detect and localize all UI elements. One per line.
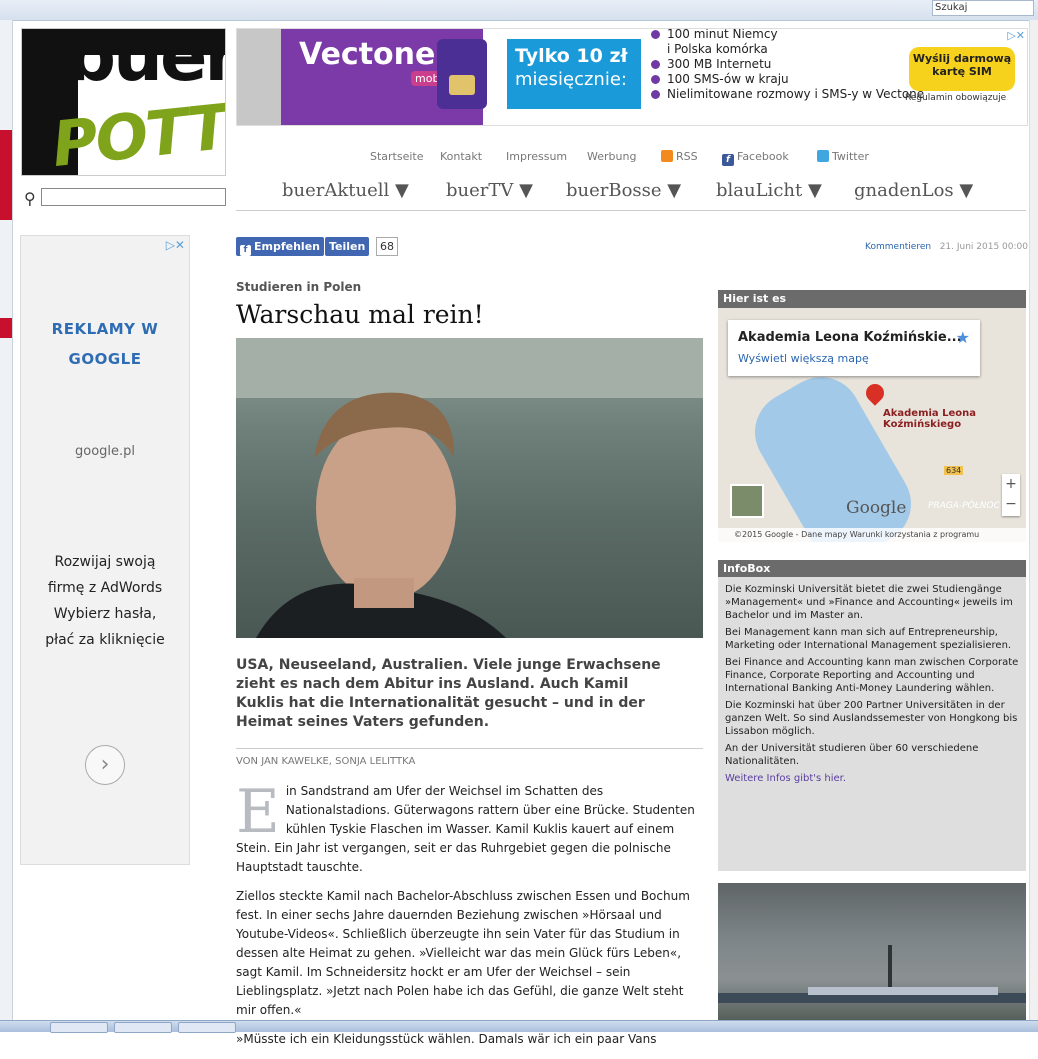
article-headline: Warschau mal rein! [236,300,484,329]
main-nav-blaulicht[interactable]: blauLicht ▼ [716,180,822,201]
rss-icon [661,150,673,162]
embedded-map[interactable]: Akademia Leona Koźmińskie... Wyświetl wi… [718,308,1026,542]
twitter-icon [817,150,829,162]
logo-text-top: buer [66,28,226,97]
zoom-in-icon[interactable]: + [1002,474,1020,494]
infobox-paragraph: Bei Finance and Accounting kann man zwis… [725,657,1019,694]
main-nav: buerAktuell ▼ buerTV ▼ buerBosse ▼ blauL… [236,178,1026,211]
article-paragraph: »Müsste ich ein Kleidungsstück wählen. D… [236,1032,657,1046]
ad-bullet-list: 100 minut Niemcy i Polska komórka 300 MB… [649,29,924,102]
infobox-heading: InfoBox [718,560,1026,578]
site-search-input[interactable] [41,188,226,206]
article-body: Ein Sandstrand am Ufer der Weichsel im S… [236,782,703,1059]
os-taskbar [0,1020,1038,1033]
taskbar-button[interactable] [114,1022,172,1033]
ad-copy-line: płać za kliknięcie [45,632,165,648]
infobox-paragraph: An der Universität studieren über 60 ver… [725,743,979,767]
map-pin-icon[interactable] [862,380,888,406]
facebook-icon: f [722,154,734,166]
facebook-share-button[interactable]: Teilen [325,237,370,256]
ad-arrow-button[interactable]: › [85,745,125,785]
map-pin-label: Akademia Leona Koźmińskiego [883,408,977,430]
nav-link-rss[interactable]: RSS [661,150,698,163]
sidebar-google-ad[interactable]: ▷✕ REKLAMY W GOOGLE google.pl Rozwijaj s… [20,235,190,865]
nav-link-facebook[interactable]: f Facebook [722,150,789,166]
map-heading: Hier ist es [718,290,1026,308]
infobox-paragraph: Bei Management kann man sich auf Entrepr… [725,627,1012,651]
infobox-paragraph: Die Kozminski Universität bietet die zwe… [725,584,1013,621]
article-photo [236,338,703,638]
zoom-out-icon[interactable]: − [1002,494,1020,514]
site-logo[interactable]: buer POTT [21,28,226,176]
main-nav-buer-aktuell[interactable]: buerAktuell ▼ [282,180,409,201]
ad-price-box: Tylko 10 zł miesięcznie: [507,39,641,109]
map-footer: ©2015 Google - Dane mapy Warunki korzyst… [718,528,1026,542]
ad-note: Regulamin obowiązuje [905,93,1007,103]
ad-title-line2: GOOGLE [68,350,142,368]
main-nav-buer-bosse[interactable]: buerBosse ▼ [566,180,681,201]
infobox-more-link[interactable]: Weitere Infos gibt's hier. [725,773,846,784]
left-window-strip [0,20,13,1031]
ad-cta-button[interactable]: Wyślij darmową kartę SIM [909,47,1015,91]
ad-bullet: 100 minut Niemcy [649,29,924,42]
sidebar-photo [718,883,1026,1020]
ad-price-line1: Tylko 10 zł [515,45,628,67]
divider [236,748,703,749]
map-satellite-thumb[interactable] [730,484,764,518]
article-date: 21. Juni 2015 00:00 [939,242,1028,252]
infobox: Die Kozminski Universität bietet die zwe… [718,577,1026,871]
ad-bullet: 100 SMS-ów w kraju [649,72,924,87]
article-paragraph: Ein Sandstrand am Ufer der Weichsel im S… [236,777,695,874]
article-paragraph: Ziellos steckte Kamil nach Bachelor-Absc… [236,889,690,1017]
drop-cap: E [236,777,280,847]
browser-search-input[interactable]: Szukaj [932,0,1034,16]
taskbar-button[interactable] [50,1022,108,1033]
map-place-card: Akademia Leona Koźmińskie... Wyświetl wi… [728,320,980,376]
ad-price-line2: miesięcznie: [515,69,627,90]
ad-bullet: Nielimitowane rozmowy i SMS-y w Vectone [649,87,924,102]
map-larger-link[interactable]: Wyświetl większą mapę [738,352,869,365]
nav-link-werbung[interactable]: Werbung [587,150,636,163]
map-road-label: 634 [944,466,964,475]
facebook-icon: f [240,245,251,256]
article-byline: VON JAN KAWELKE, SONJA LELITTKA [236,756,416,767]
ad-bullet: i Polska komórka [667,42,768,56]
portrait-illustration [236,338,703,638]
adchoices-icon[interactable]: ▷✕ [1007,29,1025,42]
ad-copy-line: firmę z AdWords [47,580,163,596]
ad-copy-line: Wybierz hasła, [53,606,157,622]
nav-link-startseite[interactable]: Startseite [370,150,424,163]
ad-domain: google.pl [74,444,136,459]
comments-link[interactable]: Kommentieren [865,242,931,252]
ad-copy-line: Rozwijaj swoją [54,554,156,570]
article-kicker: Studieren in Polen [236,280,362,294]
sim-card-icon [437,39,487,109]
article-meta: Kommentieren 21. Juni 2015 00:00 [790,242,1028,252]
search-icon[interactable]: ⚲ [24,189,36,208]
facebook-like-button[interactable]: f Empfehlen [236,237,324,256]
map-place-name: Akademia Leona Koźmińskie... [738,330,962,345]
map-zoom-control[interactable]: + − [1002,474,1020,516]
infobox-paragraph: Die Kozminski hat über 200 Partner Unive… [725,700,1018,737]
utility-nav: Startseite Kontakt Impressum Werbung RSS… [236,150,1026,166]
adchoices-icon[interactable]: ▷✕ [166,238,185,252]
main-nav-gnadenlos[interactable]: gnadenLos ▼ [854,180,973,201]
map-google-logo: Google [846,498,907,518]
map-district-label: PRAGA-PÓŁNOC [928,501,1000,511]
banner-ad[interactable]: Vectone mobile Tylko 10 zł miesięcznie: … [236,28,1028,126]
taskbar-button[interactable] [178,1022,236,1033]
nav-link-twitter[interactable]: Twitter [817,150,869,163]
article-lead: USA, Neuseeland, Australien. Viele junge… [236,657,661,730]
nav-link-impressum[interactable]: Impressum [506,150,567,163]
page-scrollbar[interactable] [1029,20,1038,1020]
ad-bullet: 300 MB Internetu [649,57,924,72]
share-count: 68 [376,237,398,256]
nav-link-kontakt[interactable]: Kontakt [440,150,482,163]
ad-brand: Vectone [299,37,436,72]
main-nav-buer-tv[interactable]: buerTV ▼ [446,180,533,201]
browser-toolbar [0,0,1038,21]
ad-title-line1: REKLAMY W [51,320,159,338]
star-icon[interactable]: ★ [956,328,970,347]
